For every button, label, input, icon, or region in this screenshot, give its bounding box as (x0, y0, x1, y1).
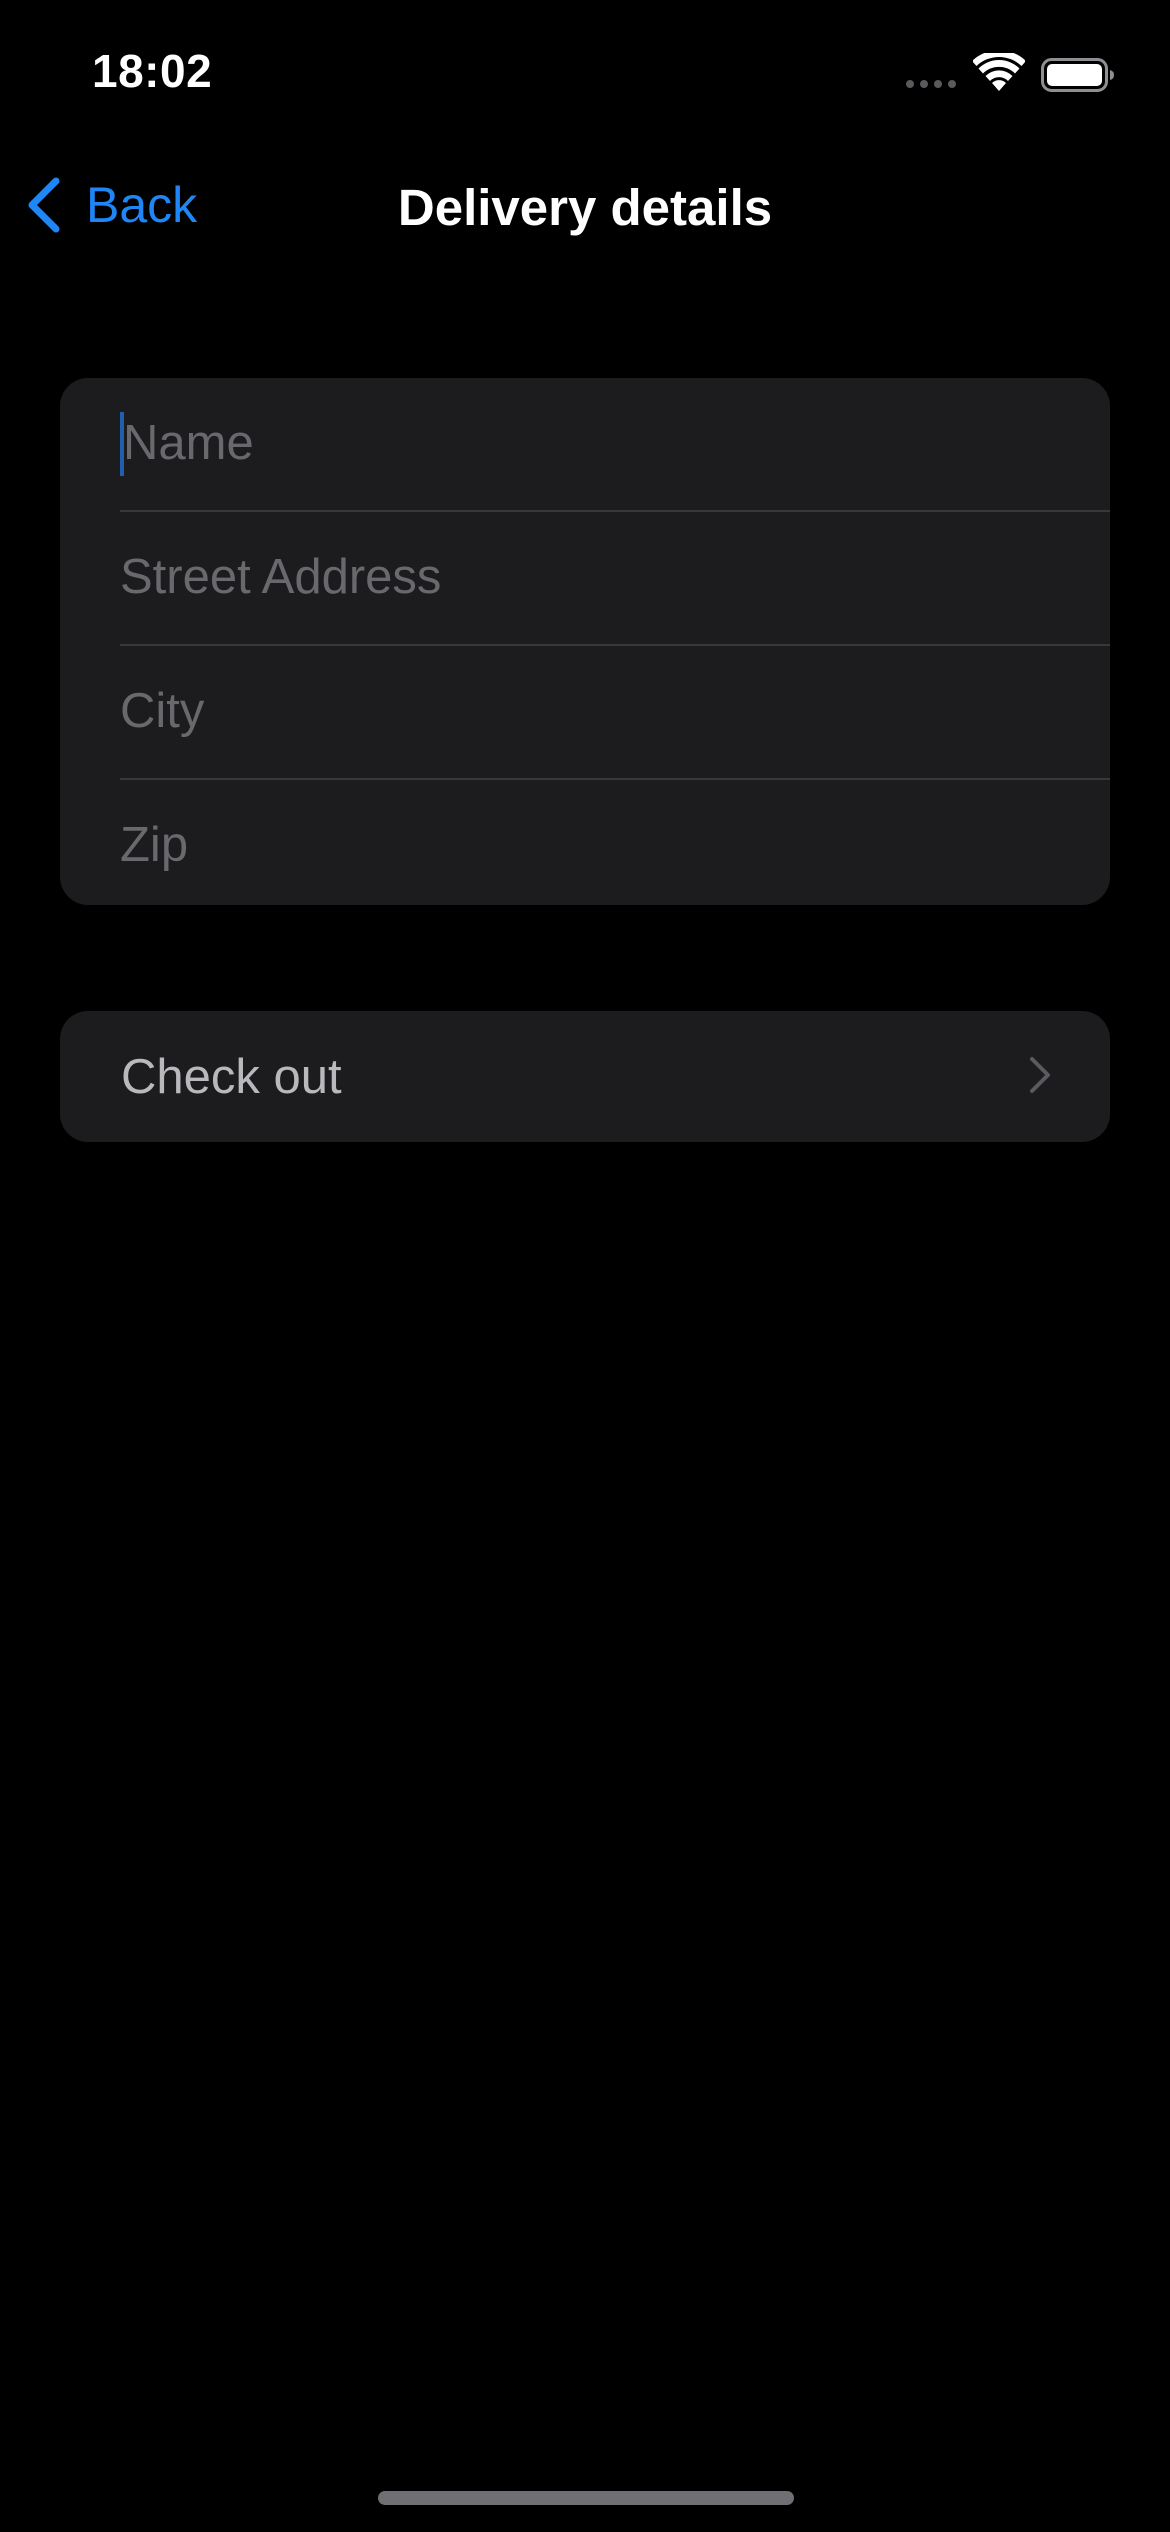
navigation-bar: Back Delivery details (0, 160, 1170, 250)
zip-field[interactable] (120, 780, 1080, 905)
name-row (120, 378, 1110, 510)
wifi-icon (973, 53, 1025, 91)
city-row (120, 644, 1110, 778)
cellular-signal-icon (906, 80, 956, 88)
street-address-row (120, 510, 1110, 644)
status-bar: 18:02 (0, 0, 1170, 140)
city-field[interactable] (120, 646, 1080, 776)
page-title: Delivery details (397, 179, 773, 236)
chevron-right-icon (1030, 1057, 1050, 1093)
checkout-label: Check out (121, 1049, 342, 1104)
checkout-button[interactable]: Check out (60, 1011, 1110, 1142)
text-cursor (120, 412, 124, 476)
street-address-field[interactable] (120, 512, 1080, 642)
name-field[interactable] (120, 378, 1083, 508)
battery-icon (1041, 58, 1114, 92)
zip-row (120, 778, 1110, 905)
delivery-form (60, 378, 1110, 905)
home-indicator[interactable] (378, 2491, 794, 2505)
status-time: 18:02 (92, 45, 213, 97)
